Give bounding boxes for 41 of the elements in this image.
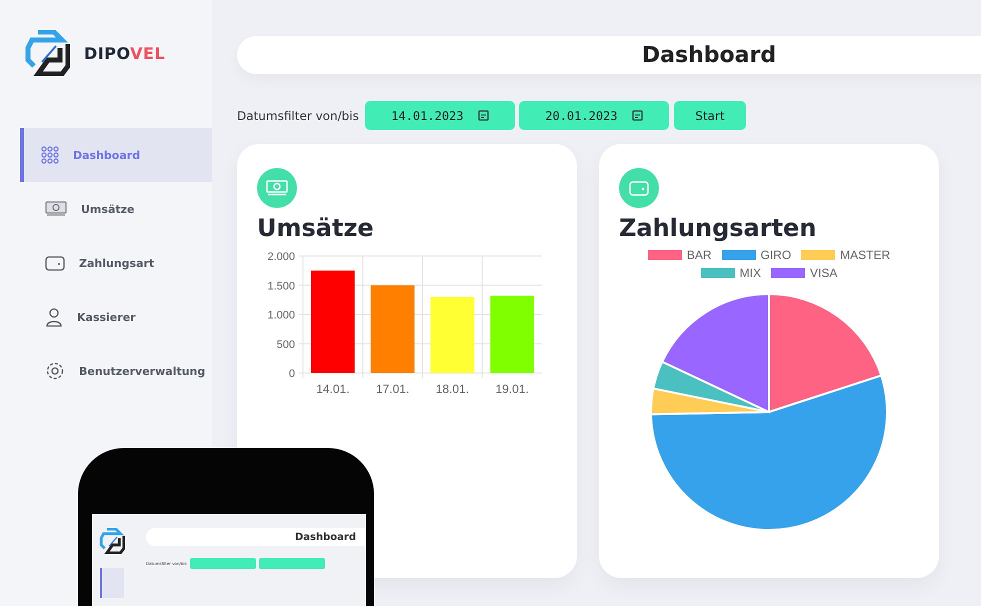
date-field [190, 558, 256, 569]
date-from-field[interactable]: 14.01.2023 [364, 101, 515, 130]
sidebar-item[interactable]: Benutzerverwaltung [20, 344, 212, 398]
sidebar-item[interactable]: Zahlungsart [20, 236, 212, 290]
axis-label: 500 [276, 338, 295, 351]
page-title-bar: Dashboard [237, 36, 981, 74]
sidebar-item[interactable]: Umsätze [20, 182, 212, 236]
start-button[interactable]: Start [674, 101, 746, 130]
banknote-icon [257, 168, 297, 208]
axis-label: 14.01. [316, 382, 350, 393]
page-title-bar: Dashboard [146, 528, 366, 546]
axis-label: 1.500 [267, 280, 295, 292]
user-icon [45, 307, 63, 327]
axis-label: 18.01. [436, 382, 470, 393]
card-title: Umsätze [257, 214, 375, 242]
date-to-field[interactable]: 20.01.2023 [518, 101, 669, 130]
axis-label: 19.01. [495, 382, 529, 393]
legend-label: BAR [686, 248, 712, 262]
axis-label: 2.000 [267, 251, 295, 263]
sidebar-item [100, 568, 124, 598]
legend-label: VISA [810, 266, 838, 280]
brand-name: DIPOVEL [84, 44, 166, 62]
legend-label: MASTER [840, 248, 890, 262]
date-field [258, 558, 325, 569]
calendar-icon [478, 110, 488, 121]
axis-label: 17.01. [376, 382, 410, 393]
card-title: Zahlungsarten [619, 214, 818, 242]
settings-icon [45, 361, 65, 381]
axis-label: 0 [288, 368, 295, 380]
logo-icon [24, 30, 70, 76]
calendar-icon [632, 110, 642, 121]
wallet-icon [45, 255, 65, 271]
sidebar-item[interactable]: Kassierer [20, 290, 212, 344]
logo-icon [99, 528, 125, 554]
dots-grid-icon [41, 146, 59, 164]
filter-label: Datumsfilter von/bis [237, 108, 359, 122]
axis-label: 1.000 [267, 310, 295, 322]
banknote-icon [45, 201, 67, 217]
legend-label: MIX [740, 266, 761, 280]
wallet-icon [619, 168, 659, 208]
legend-label: GIRO [760, 248, 792, 262]
